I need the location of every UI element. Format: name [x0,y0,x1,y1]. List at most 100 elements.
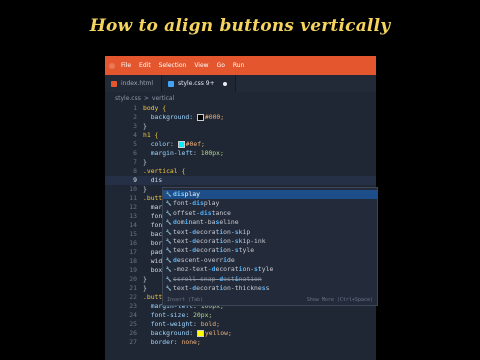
menu-go[interactable]: Go [217,62,225,69]
code-line[interactable]: 7} [105,158,376,167]
line-number: 22 [129,293,137,301]
autocomplete-item-label: -moz-text-decoration-style [173,265,274,274]
autocomplete-item-label: text-decoration-skip-ink [173,237,266,245]
line-number: 3 [133,122,137,130]
code-line[interactable]: 9 dis [105,176,376,185]
menu-view[interactable]: View [194,62,208,69]
html-file-icon [111,80,117,87]
menu-file[interactable]: File [121,62,131,69]
line-number: 10 [129,185,137,193]
autocomplete-item-label: text-decoration-style [173,246,255,255]
code-text: margin-left: 100px; [150,149,224,157]
tab-label: index.html [121,80,153,87]
code-text: } [143,158,147,166]
code-line[interactable]: 24 font-size: 20px; [105,311,376,320]
menu-selection[interactable]: Selection [159,62,187,69]
tab-index-html[interactable]: index.html [105,75,162,92]
autocomplete-item[interactable]: 🔧descent-override [163,256,377,265]
code-line[interactable]: 8 .vertical { [105,167,376,176]
line-number: 18 [129,257,137,265]
code-text: } [143,275,147,283]
code-text: fon [143,221,163,229]
autocomplete-item[interactable]: 🔧dominant-baseline [163,218,377,227]
tab-label: style.css 9+ [178,80,215,87]
code-line[interactable]: 27 border: none; [105,338,376,347]
unsaved-dot-icon[interactable] [222,81,227,86]
menu-edit[interactable]: Edit [139,62,151,69]
autocomplete-item[interactable]: 🔧text-decoration-skip-ink [163,237,377,246]
line-number: 14 [129,221,137,229]
autocomplete-footer: Insert (Tab) Show More (Ctrl+Space) [163,295,377,305]
code-line[interactable]: 25 font-weight: bold; [105,320,376,329]
autocomplete-item-label: text-decoration-thickness [173,284,270,292]
code-line[interactable]: 2 background: #000; [105,113,376,122]
code-text: } [143,122,147,130]
autocomplete-item[interactable]: 🔧display [163,190,377,200]
menu-run[interactable]: Run [233,62,245,69]
breadcrumb-symbol[interactable]: vertical [152,95,174,102]
code-line[interactable]: 26 background: yellow; [105,329,376,338]
autocomplete-footer-left: Insert (Tab) [167,297,204,303]
property-wrench-icon: 🔧 [165,286,173,292]
code-text: pad [143,248,163,256]
line-number: 13 [129,212,137,220]
autocomplete-item[interactable]: 🔧text-decoration-thickness [163,284,377,293]
line-number: 2 [133,113,137,121]
autocomplete-footer-right[interactable]: Show More (Ctrl+Space) [307,297,373,303]
autocomplete-item-label: descent-override [173,255,235,264]
autocomplete-item[interactable]: 🔧scroll-snap-destination [163,275,377,284]
code-text: h1 { [143,131,159,139]
code-line[interactable]: 5 color: #0ef; [105,140,376,149]
autocomplete-item-label: display [173,190,201,198]
tab-style-css[interactable]: style.css 9+ [162,75,236,92]
code-text: color: #0ef; [150,140,205,148]
menu-bar: File Edit Selection View Go Run [105,56,376,75]
line-number: 19 [129,266,137,274]
autocomplete-item[interactable]: 🔧offset-distance [163,209,377,218]
breadcrumb: style.css > vertical [105,92,376,104]
code-text: box [143,266,163,274]
code-text: bac [143,230,163,238]
code-text: fon [143,212,163,220]
autocomplete-item[interactable]: 🔧font-display [163,199,377,208]
line-number: 27 [129,338,137,346]
line-number: 24 [129,311,137,319]
code-text: .butt [143,194,163,202]
code-line[interactable]: 4 h1 { [105,131,376,140]
autocomplete-item[interactable]: 🔧text-decoration-skip [163,228,377,237]
line-number: 25 [129,320,137,328]
line-number: 7 [133,158,137,166]
color-swatch-icon[interactable] [196,113,204,121]
line-number: 1 [133,104,137,112]
code-text: body { [143,104,167,112]
breadcrumb-file[interactable]: style.css [115,95,141,102]
line-number: 16 [129,239,137,247]
line-number: 8 [133,167,137,175]
line-number: 5 [133,140,137,148]
app-icon [109,62,115,69]
line-number: 26 [129,329,137,337]
code-line[interactable]: 3} [105,122,376,131]
autocomplete-item[interactable]: 🔧text-decoration-style [163,246,377,255]
color-swatch-icon[interactable] [177,140,185,148]
line-number: 21 [129,284,137,292]
tab-bar: index.html style.css 9+ [105,75,376,92]
code-line[interactable]: 6 margin-left: 100px; [105,149,376,158]
autocomplete-item-label: scroll-snap-destination [173,274,262,283]
autocomplete-item-label: text-decoration-skip [173,227,251,236]
line-number: 4 [133,131,137,139]
autocomplete-popup: Insert (Tab) Show More (Ctrl+Space) 🔧dis… [162,187,378,306]
autocomplete-item-label: offset-distance [173,208,231,217]
autocomplete-item-label: dominant-baseline [173,218,239,227]
breadcrumb-separator: > [143,94,149,102]
code-text: bor [143,239,163,247]
line-number: 6 [133,149,137,157]
line-number: 23 [129,302,137,310]
code-line[interactable]: 1 body { [105,104,376,113]
autocomplete-item[interactable]: 🔧-moz-text-decoration-style [163,265,377,274]
code-text: border: none; [150,338,201,346]
color-swatch-icon[interactable] [196,329,204,337]
line-number: 17 [129,248,137,256]
code-text: } [143,185,147,193]
code-text: dis [143,176,163,184]
